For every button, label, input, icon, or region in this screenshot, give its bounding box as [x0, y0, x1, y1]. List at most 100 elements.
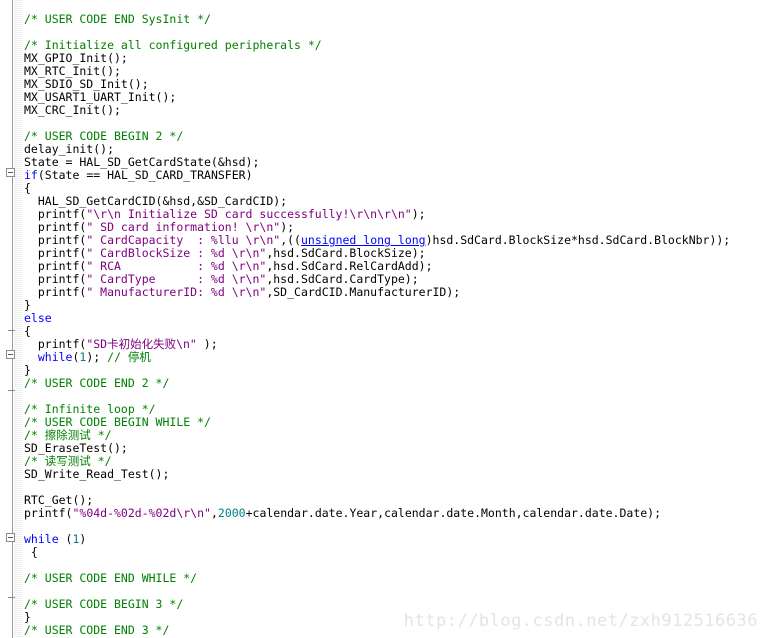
- code-line[interactable]: {: [24, 546, 766, 559]
- code-token-pln: printf(: [24, 285, 87, 299]
- code-token-pln: {: [24, 181, 31, 195]
- code-line[interactable]: while (1): [24, 533, 766, 546]
- code-line[interactable]: MX_GPIO_Init();: [24, 52, 766, 65]
- code-token-str: " RCA : %d \r\n": [86, 259, 267, 273]
- code-token-pln: printf(: [24, 506, 73, 520]
- code-line[interactable]: SD_EraseTest();: [24, 442, 766, 455]
- code-token-pln: {: [24, 545, 38, 559]
- code-token-cmt: /* USER CODE END 2 */: [24, 376, 170, 390]
- code-token-pln: SD_EraseTest();: [24, 441, 128, 455]
- code-token-pln: ,hsd.SdCard.BlockSize);: [266, 246, 426, 260]
- code-editor[interactable]: /* USER CODE END SysInit */ /* Initializ…: [0, 0, 766, 638]
- fold-collapse-box[interactable]: [6, 533, 15, 542]
- code-line[interactable]: /* USER CODE BEGIN WHILE */: [24, 416, 766, 429]
- code-token-pln: RTC_Get();: [24, 493, 94, 507]
- code-token-pln: MX_CRC_Init();: [24, 103, 121, 117]
- fold-gutter[interactable]: [0, 0, 23, 638]
- code-token-str: " ManufacturerID: %d \r\n": [86, 285, 267, 299]
- code-token-pln: delay_init();: [24, 142, 115, 156]
- code-line[interactable]: /* USER CODE BEGIN 3 */: [24, 598, 766, 611]
- code-token-cmt: /* USER CODE BEGIN WHILE */: [24, 415, 211, 429]
- code-line[interactable]: [24, 481, 766, 494]
- code-token-cmt: /* Initialize all configured peripherals…: [24, 38, 322, 52]
- code-token-pln: );: [280, 220, 295, 234]
- code-token-kw: if: [24, 168, 38, 182]
- code-token-str: " SD card information! \r\n": [86, 220, 281, 234]
- code-token-pln: ,((: [280, 233, 301, 247]
- fold-region-tick: [8, 390, 15, 391]
- fold-region-tick: [8, 597, 15, 598]
- code-token-pln: ,SD_CardCID.ManufacturerID);: [266, 285, 461, 299]
- code-token-pln: }: [24, 363, 31, 377]
- code-token-kw: while: [24, 532, 59, 546]
- code-line[interactable]: /* Initialize all configured peripherals…: [24, 39, 766, 52]
- code-token-pln: printf(: [24, 272, 87, 286]
- code-line[interactable]: SD_Write_Read_Test();: [24, 468, 766, 481]
- code-line[interactable]: /* USER CODE BEGIN 2 */: [24, 130, 766, 143]
- code-line[interactable]: MX_CRC_Init();: [24, 104, 766, 117]
- code-token-pln: (State == HAL_SD_CARD_TRANSFER): [37, 168, 253, 182]
- code-line[interactable]: else: [24, 312, 766, 325]
- code-line[interactable]: /* USER CODE END 3 */: [24, 624, 766, 637]
- code-token-pln: MX_SDIO_SD_Init();: [24, 77, 149, 91]
- code-token-pln: MX_USART1_UART_Init();: [24, 90, 177, 104]
- code-token-pln: MX_GPIO_Init();: [24, 51, 128, 65]
- code-token-str: "\r\n Initialize SD card successfully!\r…: [86, 207, 412, 221]
- code-token-pln: ,: [210, 506, 218, 520]
- code-token-pln: printf(: [24, 220, 87, 234]
- code-token-pln: [24, 350, 38, 364]
- code-line[interactable]: MX_USART1_UART_Init();: [24, 91, 766, 104]
- code-token-str: "%04d-%02d-%02d\r\n": [72, 506, 211, 520]
- code-token-pln: printf(: [24, 233, 87, 247]
- code-token-pln: MX_RTC_Init();: [24, 64, 121, 78]
- code-token-pln: ,hsd.SdCard.CardType);: [266, 272, 419, 286]
- fold-collapse-box[interactable]: [6, 168, 15, 177]
- code-token-cmt: /* USER CODE END 3 */: [24, 623, 170, 637]
- code-token-pln: printf(: [24, 337, 87, 351]
- code-token-str: " CardType : %d \r\n": [86, 272, 267, 286]
- code-token-str: " CardBlockSize : %d \r\n": [86, 246, 267, 260]
- code-line[interactable]: printf("%04d-%02d-%02d\r\n",2000+calenda…: [24, 507, 766, 520]
- code-token-kw: else: [24, 311, 52, 325]
- code-token-kw: while: [37, 350, 73, 364]
- code-token-pln: )hsd.SdCard.BlockSize*hsd.SdCard.BlockNb…: [425, 233, 731, 247]
- code-line[interactable]: printf(" ManufacturerID: %d \r\n",SD_Car…: [24, 286, 766, 299]
- code-token-str: " CardCapacity : %llu \r\n": [86, 233, 281, 247]
- gutter-hatch-strip: [14, 0, 22, 638]
- code-token-cmt: /* USER CODE END SysInit */: [24, 12, 211, 26]
- fold-region-tick: [8, 330, 15, 331]
- code-token-cmt: /* 读写测试 */: [24, 454, 112, 468]
- code-line[interactable]: /* USER CODE END SysInit */: [24, 13, 766, 26]
- code-line[interactable]: [24, 520, 766, 533]
- code-line[interactable]: /* USER CODE END WHILE */: [24, 572, 766, 585]
- fold-collapse-box[interactable]: [6, 350, 15, 359]
- code-token-typ: unsigned long long: [300, 233, 426, 247]
- code-line[interactable]: }: [24, 299, 766, 312]
- code-token-pln: );: [86, 350, 108, 364]
- code-token-pln: ,hsd.SdCard.RelCardAdd);: [266, 259, 433, 273]
- code-token-cmt: /* USER CODE BEGIN 3 */: [24, 597, 184, 611]
- code-line[interactable]: if(State == HAL_SD_CARD_TRANSFER): [24, 169, 766, 182]
- code-token-pln: State = HAL_SD_GetCardState(&hsd);: [24, 155, 260, 169]
- code-line[interactable]: /* USER CODE END 2 */: [24, 377, 766, 390]
- code-token-cmt: /* 擦除测试 */: [24, 428, 112, 442]
- code-token-pln: (: [58, 532, 73, 546]
- code-token-cmt: /* USER CODE BEGIN 2 */: [24, 129, 184, 143]
- code-token-pln: ): [79, 532, 87, 546]
- code-token-pln: );: [411, 207, 426, 221]
- code-token-cmt: /* Infinite loop */: [24, 402, 156, 416]
- code-token-pln: }: [24, 610, 31, 624]
- code-token-pln: SD_Write_Read_Test();: [24, 467, 170, 481]
- outline-vertical-line: [12, 0, 13, 638]
- code-token-num: 2000: [217, 506, 246, 520]
- code-content[interactable]: /* USER CODE END SysInit */ /* Initializ…: [24, 0, 766, 638]
- code-token-pln: );: [196, 337, 218, 351]
- code-token-cmt: /* USER CODE END WHILE */: [24, 571, 198, 585]
- code-token-pln: printf(: [24, 207, 87, 221]
- code-line[interactable]: while(1); // 停机: [24, 351, 766, 364]
- code-token-str: "SD卡初始化失败\n": [86, 337, 197, 351]
- code-token-pln: }: [24, 298, 31, 312]
- code-line[interactable]: /* 擦除测试 */: [24, 429, 766, 442]
- code-token-cmt: // 停机: [107, 350, 151, 364]
- code-token-pln: printf(: [24, 246, 87, 260]
